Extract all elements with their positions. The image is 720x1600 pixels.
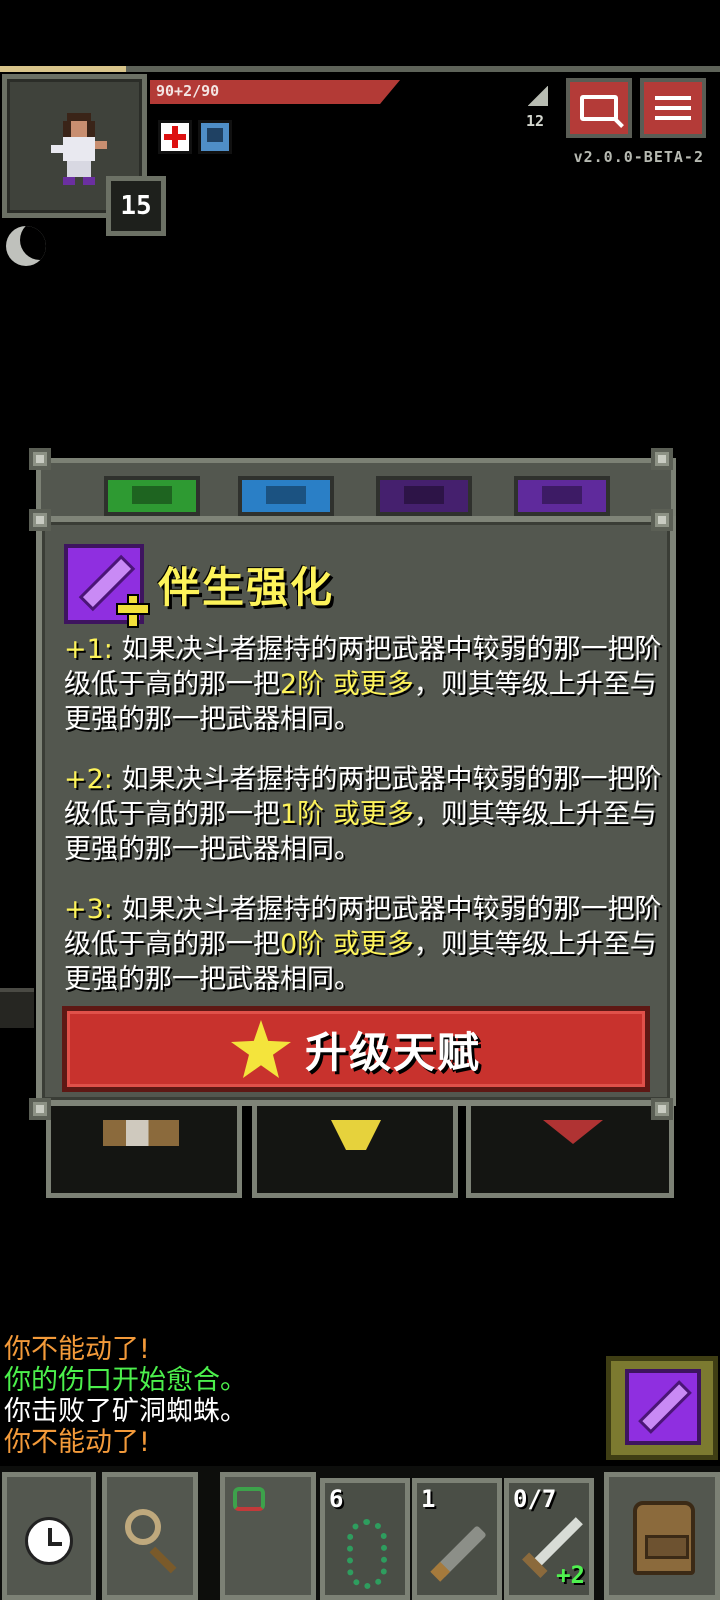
magnifier-icon	[125, 1509, 161, 1545]
upgrade-talent-label: 升级天赋	[304, 1027, 481, 1077]
dueling-swords-plus-icon	[64, 544, 150, 628]
level-highlight: 2阶 或更多	[280, 669, 414, 700]
depth-indicator: 12	[524, 86, 554, 136]
level-prefix: +2:	[64, 764, 113, 795]
level-prefix: +1:	[64, 634, 113, 665]
dart-icon	[433, 1525, 487, 1579]
dungeon-wall-tile	[0, 988, 34, 1028]
healing-icon[interactable]	[158, 120, 192, 154]
tab-buffs[interactable]	[466, 1106, 674, 1198]
quickslot-count: 0/7	[513, 1485, 557, 1513]
depth-text: 12	[526, 112, 545, 130]
backpack-icon	[633, 1501, 695, 1575]
tab-tier-4[interactable]	[514, 476, 610, 516]
quickslot-count: 6	[329, 1485, 344, 1513]
quickslot-count: 1	[421, 1485, 436, 1513]
experience-bar	[0, 66, 720, 72]
swap-weapon-button[interactable]	[220, 1472, 316, 1600]
star-icon	[230, 1020, 291, 1078]
backpack-button[interactable]	[604, 1472, 720, 1600]
log-line: 你击败了矿洞蜘蛛。	[4, 1396, 247, 1427]
window-corner	[651, 448, 673, 470]
level-highlight: 1阶 或更多	[280, 799, 414, 830]
log-line: 你不能动了!	[4, 1334, 150, 1365]
clock-icon	[25, 1517, 73, 1565]
shield-icon[interactable]	[198, 120, 232, 154]
level-highlight: 0阶 或更多	[280, 929, 414, 960]
search-button[interactable]	[102, 1472, 198, 1600]
tab-talents[interactable]	[252, 1106, 458, 1198]
hero-level-text: 15	[120, 191, 152, 221]
game-log: 你不能动了! 你的伤口开始愈合。 你击败了矿洞蜘蛛。 你不能动了!	[4, 1334, 247, 1458]
menu-icon	[655, 93, 691, 123]
star-icon	[331, 1120, 381, 1150]
log-line: 你的伤口开始愈合。	[4, 1365, 247, 1396]
chain-icon	[347, 1519, 387, 1589]
upgrade-talent-button[interactable]: 升级天赋	[62, 1006, 650, 1092]
stairs-icon	[528, 86, 548, 106]
hero-level-badge: 15	[106, 176, 166, 236]
moon-icon	[6, 226, 46, 266]
tab-tier-2[interactable]	[238, 476, 334, 516]
item-level-badge: +2	[556, 1561, 585, 1589]
talent-quick-button[interactable]	[606, 1356, 718, 1460]
version-label: v2.0.0-BETA-2	[573, 148, 704, 166]
talent-level-2-description: +2: 如果决斗者握持的两把武器中较弱的那一把阶级低于高的那一把1阶 或更多，则…	[64, 762, 664, 867]
menu-button[interactable]	[640, 78, 706, 138]
tab-inventory[interactable]	[46, 1106, 242, 1198]
health-text: 90+2/90	[156, 82, 220, 100]
window-corner	[29, 1098, 51, 1120]
swap-icon	[233, 1487, 265, 1511]
window-corner	[651, 1098, 673, 1120]
dueling-swords-icon	[625, 1369, 701, 1445]
log-line: 你不能动了!	[4, 1427, 150, 1458]
talent-level-1-description: +1: 如果决斗者握持的两把武器中较弱的那一把阶级低于高的那一把2阶 或更多，则…	[64, 632, 664, 737]
tab-tier-1[interactable]	[104, 476, 200, 516]
level-prefix: +3:	[64, 894, 113, 925]
tab-tier-3[interactable]	[376, 476, 472, 516]
journal-icon	[580, 95, 618, 121]
hero-sprite-icon	[51, 113, 107, 185]
talent-window: 伴生强化 +1: 如果决斗者握持的两把武器中较弱的那一把阶级低于高的那一把2阶 …	[36, 516, 676, 1106]
window-corner	[29, 448, 51, 470]
quickslot-1[interactable]: 6	[320, 1478, 410, 1600]
window-corner	[651, 509, 673, 531]
talent-title: 伴生强化	[158, 563, 335, 612]
talent-level-3-description: +3: 如果决斗者握持的两把武器中较弱的那一把阶级低于高的那一把0阶 或更多，则…	[64, 892, 664, 997]
health-bar: 90+2/90	[150, 80, 400, 104]
quickslot-2[interactable]: 1	[412, 1478, 502, 1600]
window-corner	[29, 509, 51, 531]
heart-icon	[543, 1120, 603, 1144]
quickslot-3[interactable]: 0/7 +2	[504, 1478, 594, 1600]
journal-button[interactable]	[566, 78, 632, 138]
plus-icon	[116, 594, 150, 628]
wait-button[interactable]	[2, 1472, 96, 1600]
books-icon	[103, 1120, 179, 1146]
experience-fill	[0, 66, 126, 72]
